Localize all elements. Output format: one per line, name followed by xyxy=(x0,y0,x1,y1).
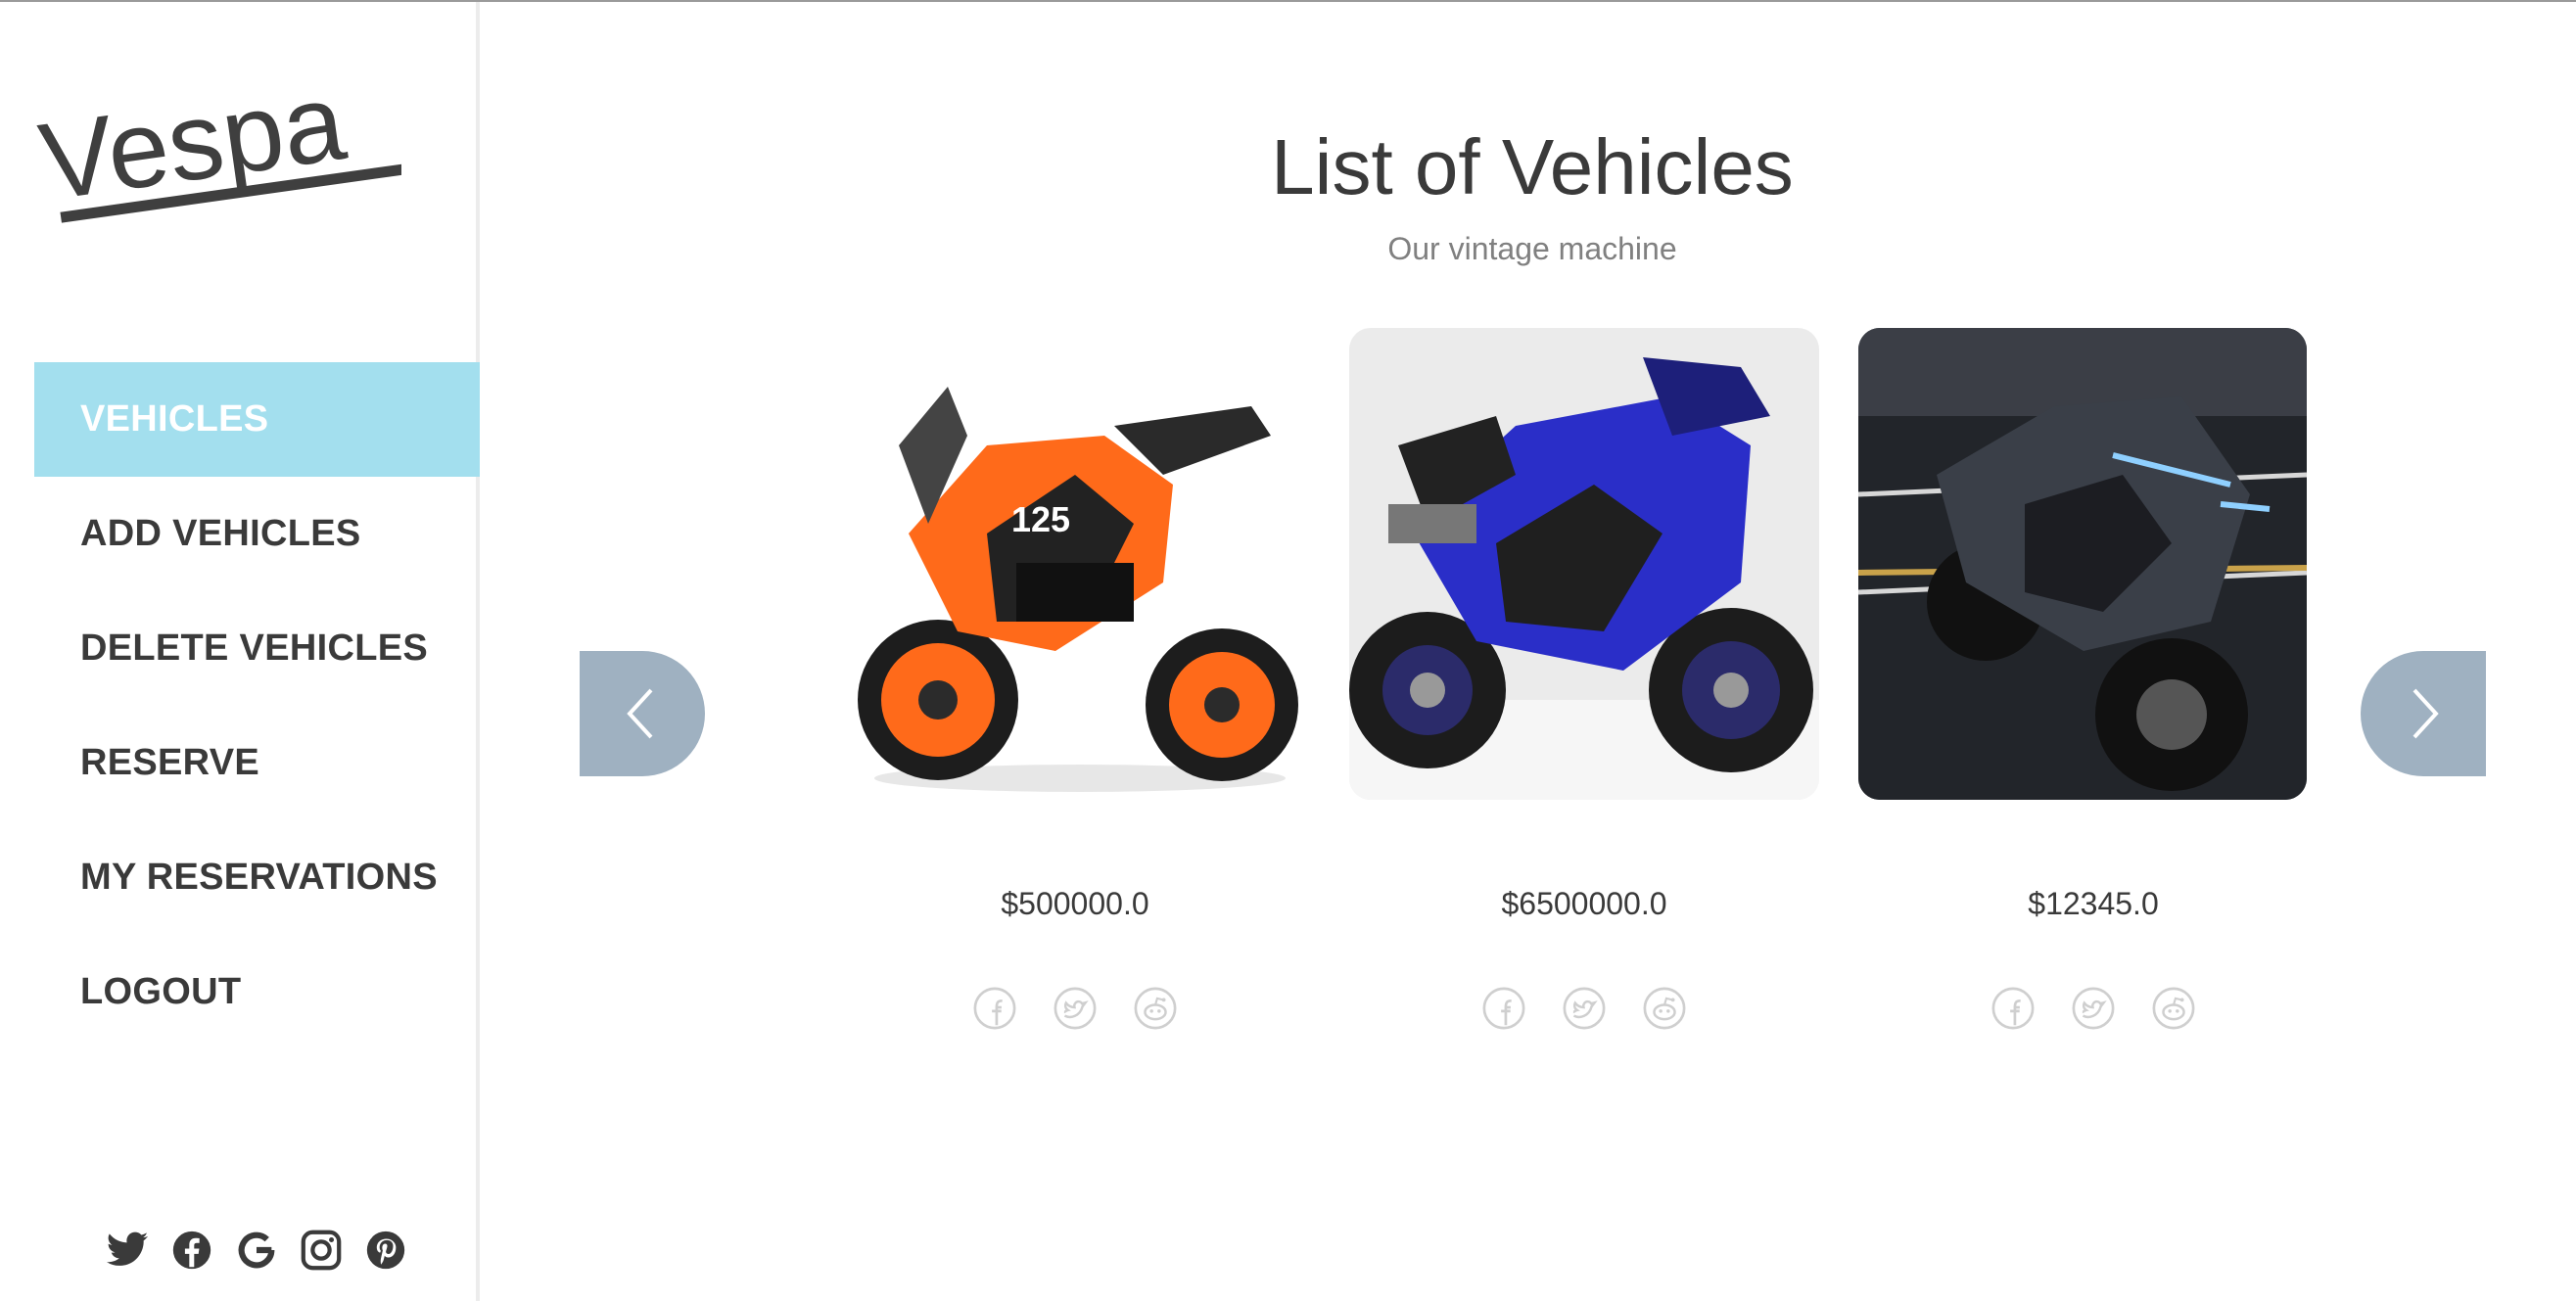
sidebar-item-label: ADD VEHICLES xyxy=(80,513,361,554)
vehicle-price: $6500000.0 xyxy=(1501,886,1667,921)
carousel-next-button[interactable] xyxy=(2361,651,2486,776)
google-icon[interactable] xyxy=(233,1227,280,1274)
chevron-right-icon xyxy=(2412,688,2439,739)
page-subtitle: Our vintage machine xyxy=(1387,231,1677,266)
vehicle-card[interactable]: $6500000.0 xyxy=(1349,328,1819,1030)
vehicle-price: $500000.0 xyxy=(1001,886,1149,921)
sidebar-item-add-vehicles[interactable]: ADD VEHICLES xyxy=(34,477,480,591)
vehicle-image-blue-motorcycle[interactable] xyxy=(1349,328,1819,800)
pinterest-icon[interactable] xyxy=(362,1227,409,1274)
instagram-icon[interactable] xyxy=(298,1227,345,1274)
sidebar-item-my-reservations[interactable]: MY RESERVATIONS xyxy=(34,820,480,935)
vehicle-card[interactable]: $12345.0 xyxy=(1858,328,2328,1030)
reddit-icon[interactable] xyxy=(1133,986,1178,1031)
sidebar-item-delete-vehicles[interactable]: DELETE VEHICLES xyxy=(34,591,480,706)
facebook-icon[interactable] xyxy=(168,1227,215,1274)
facebook-icon[interactable] xyxy=(972,986,1017,1031)
svg-text:125: 125 xyxy=(1011,499,1070,539)
vehicle-share-links xyxy=(1349,986,1819,1031)
sidebar-item-label: VEHICLES xyxy=(80,398,269,440)
sidebar-item-label: MY RESERVATIONS xyxy=(80,857,438,898)
vehicle-price: $12345.0 xyxy=(2028,886,2159,921)
vehicle-image-dark-motorcycle[interactable] xyxy=(1858,328,2307,800)
vehicle-share-links xyxy=(1858,986,2328,1031)
logo-graphic: Vespa xyxy=(33,60,403,223)
reddit-icon[interactable] xyxy=(1642,986,1687,1031)
twitter-icon[interactable] xyxy=(1562,986,1607,1031)
twitter-icon[interactable] xyxy=(1053,986,1098,1031)
twitter-icon[interactable] xyxy=(104,1227,151,1274)
twitter-icon[interactable] xyxy=(2071,986,2116,1031)
sidebar-item-label: LOGOUT xyxy=(80,971,242,1012)
sidebar-item-label: RESERVE xyxy=(80,742,260,783)
vehicle-image-orange-motorcycle[interactable]: 125 xyxy=(840,328,1310,800)
sidebar-item-vehicles[interactable]: VEHICLES xyxy=(34,362,480,477)
carousel-prev-button[interactable] xyxy=(580,651,705,776)
vehicle-card[interactable]: 125 $500000.0 xyxy=(840,328,1310,1030)
sidebar-item-logout[interactable]: LOGOUT xyxy=(34,935,480,1049)
chevron-left-icon xyxy=(627,688,653,739)
page-title: List of Vehicles xyxy=(1271,123,1794,210)
facebook-icon[interactable] xyxy=(1481,986,1526,1031)
vespa-logo[interactable]: Vespa xyxy=(29,60,403,237)
reddit-icon[interactable] xyxy=(2151,986,2196,1031)
sidebar: Vespa VEHICLES ADD VEHICLES DELETE VEHIC… xyxy=(0,2,480,1301)
vehicle-share-links xyxy=(840,986,1310,1031)
sidebar-social-links xyxy=(104,1221,409,1279)
facebook-icon[interactable] xyxy=(1991,986,2036,1031)
sidebar-item-reserve[interactable]: RESERVE xyxy=(34,706,480,820)
sidebar-item-label: DELETE VEHICLES xyxy=(80,627,428,669)
